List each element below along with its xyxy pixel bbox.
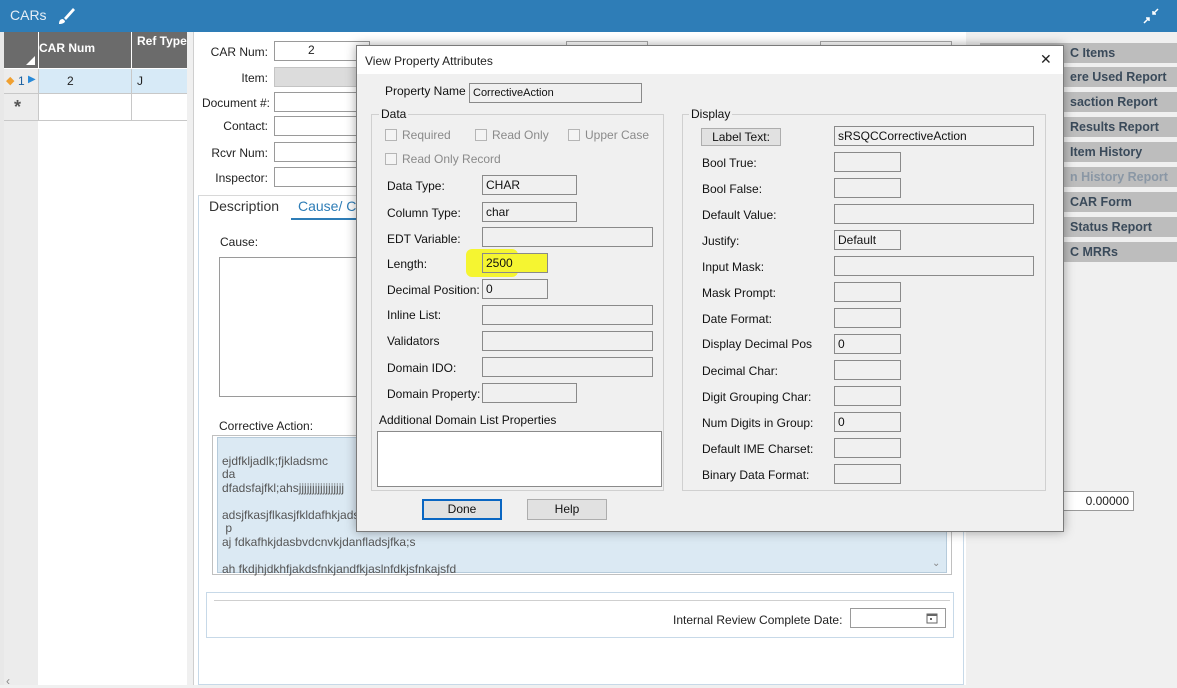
new-row-header[interactable]: * <box>4 94 38 120</box>
internal-review-date-field[interactable] <box>850 608 946 628</box>
decimal-char-field <box>834 360 901 380</box>
help-button[interactable]: Help <box>527 499 607 520</box>
input-mask-field <box>834 256 1034 276</box>
collapse-icon[interactable] <box>1142 7 1160 25</box>
mask-prompt-field <box>834 282 901 302</box>
rcvr-num-field[interactable] <box>274 142 364 162</box>
row-header-1[interactable]: ◆ 1 ▶ <box>4 69 38 93</box>
row-arrow-icon: ▶ <box>28 74 36 85</box>
app-title: CARs <box>10 7 47 23</box>
numeric-field[interactable]: 0.00000 <box>1062 491 1134 511</box>
bool-true-field <box>834 152 901 172</box>
display-decimal-pos-field: 0 <box>834 334 901 354</box>
num-digits-in-group-field: 0 <box>834 412 901 432</box>
upper-case-checkbox[interactable] <box>568 129 580 141</box>
digit-grouping-char-field <box>834 386 901 406</box>
tab-cause-corrective[interactable]: Cause/ C <box>298 198 356 214</box>
table-row[interactable]: 2 J <box>39 69 187 93</box>
read-only-checkbox[interactable] <box>475 129 487 141</box>
current-row-icon: ◆ <box>6 75 15 87</box>
inline-list-field <box>482 305 653 325</box>
label-text-field: sRSQCCorrectiveAction <box>834 126 1034 146</box>
default-value-field <box>834 204 1034 224</box>
item-field[interactable] <box>274 67 364 87</box>
app-titlebar: CARs <box>0 0 1177 32</box>
domain-ido-field <box>482 357 653 377</box>
additional-domain-list-box[interactable] <box>377 431 662 487</box>
edt-variable-field <box>482 227 653 247</box>
required-checkbox[interactable] <box>385 129 397 141</box>
calendar-icon[interactable] <box>926 612 938 624</box>
dialog-title: View Property Attributes <box>365 54 493 68</box>
done-button[interactable]: Done <box>422 499 502 520</box>
car-grid: CAR Num Ref Type ◆ 1 ▶ 2 J * ‹ <box>4 32 187 688</box>
col-header-car-num[interactable]: CAR Num <box>39 32 131 68</box>
inspector-field[interactable] <box>274 167 364 187</box>
length-field: 2500 <box>482 253 548 273</box>
label-text-button[interactable]: Label Text: <box>701 128 781 146</box>
grid-corner[interactable] <box>4 32 38 68</box>
view-property-attributes-dialog: View Property Attributes ✕ Property Name… <box>356 45 1064 532</box>
cause-textarea[interactable] <box>219 257 361 397</box>
data-type-field: CHAR <box>482 175 577 195</box>
date-format-field <box>834 308 901 328</box>
contact-field[interactable] <box>274 116 364 136</box>
property-name-field: CorrectiveAction <box>469 83 642 103</box>
validators-field <box>482 331 653 351</box>
col-header-ref-type[interactable]: Ref Type <box>132 32 187 68</box>
select-all-icon[interactable] <box>26 56 35 65</box>
brush-icon[interactable] <box>56 6 76 26</box>
read-only-record-checkbox[interactable] <box>385 153 397 165</box>
binary-data-format-field <box>834 464 901 484</box>
default-ime-charset-field <box>834 438 901 458</box>
justify-field: Default <box>834 230 901 250</box>
scroll-left-icon[interactable]: ‹ <box>6 674 10 688</box>
document-field[interactable] <box>274 92 364 112</box>
dialog-titlebar: View Property Attributes ✕ <box>357 46 1063 74</box>
domain-property-field <box>482 383 577 403</box>
scroll-down-icon[interactable]: ⌄ <box>932 558 940 569</box>
column-type-field: char <box>482 202 577 222</box>
tab-description[interactable]: Description <box>209 198 279 214</box>
decimal-position-field: 0 <box>482 279 548 299</box>
bool-false-field <box>834 178 901 198</box>
close-icon[interactable]: ✕ <box>1040 51 1052 68</box>
